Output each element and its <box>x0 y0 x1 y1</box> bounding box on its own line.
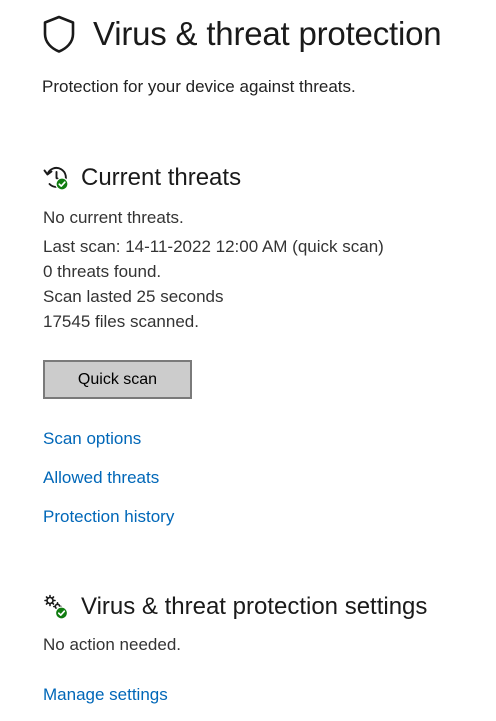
quick-scan-button[interactable]: Quick scan <box>43 360 192 399</box>
scan-options-link[interactable]: Scan options <box>43 429 141 449</box>
settings-status-text: No action needed. <box>43 635 181 654</box>
last-scan-text: Last scan: 14-11-2022 12:00 AM (quick sc… <box>43 237 384 256</box>
history-check-icon <box>43 165 71 191</box>
settings-title: Virus & threat protection settings <box>81 593 428 620</box>
allowed-threats-link[interactable]: Allowed threats <box>43 468 159 488</box>
current-threats-heading: Current threats <box>43 164 241 192</box>
protection-history-link[interactable]: Protection history <box>43 507 174 527</box>
files-scanned-text: 17545 files scanned. <box>43 312 199 331</box>
gears-check-icon <box>43 594 71 620</box>
current-threats-title: Current threats <box>81 164 242 191</box>
scan-duration-text: Scan lasted 25 seconds <box>43 287 224 306</box>
threats-found-text: 0 threats found. <box>43 262 162 281</box>
manage-settings-link[interactable]: Manage settings <box>43 685 168 705</box>
shield-icon <box>41 14 77 54</box>
page-title: Virus & threat protection <box>93 15 442 52</box>
threat-status-text: No current threats. <box>43 208 184 227</box>
page-subtitle: Protection for your device against threa… <box>42 77 356 96</box>
page-header: Virus & threat protection <box>41 14 442 54</box>
settings-heading: Virus & threat protection settings <box>43 593 427 621</box>
